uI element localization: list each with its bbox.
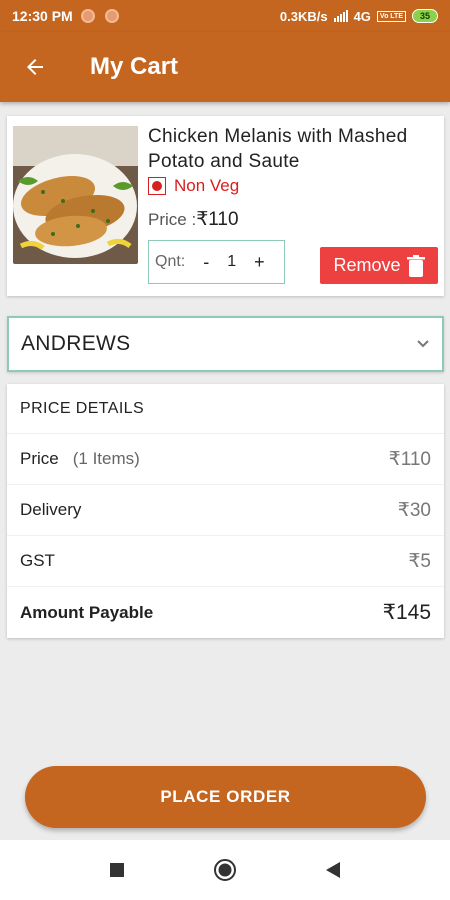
veg-type-label: Non Veg (174, 176, 240, 195)
remove-label: Remove (333, 255, 401, 275)
qty-value: 1 (227, 253, 237, 270)
page-title: My Cart (90, 53, 179, 80)
amount-payable-row: Amount Payable ₹145 (7, 587, 444, 638)
price-label: Price : (148, 210, 197, 229)
app-bar: My Cart (0, 32, 450, 102)
amount-payable-label: Amount Payable (20, 602, 154, 622)
delivery-row-value: ₹30 (397, 499, 431, 521)
price-details-card: PRICE DETAILS Price (1 Items) ₹110 Deliv… (7, 384, 444, 638)
gst-row: GST ₹5 (7, 536, 444, 587)
network-speed: 0.3KB/s (279, 8, 328, 24)
remove-button[interactable]: Remove (320, 247, 438, 284)
place-order-button[interactable]: PLACE ORDER (25, 766, 426, 828)
volte-badge: Vo LTE (376, 10, 406, 22)
price-row-label: Price (20, 449, 59, 468)
gst-row-value: ₹5 (408, 550, 431, 572)
back-button[interactable] (0, 32, 70, 102)
network-type: 4G (353, 8, 371, 24)
qty-plus-button[interactable]: + (250, 252, 269, 273)
status-bar: 12:30 PM 0.3KB/s 4G Vo LTE 35 (0, 0, 450, 32)
food-image (13, 126, 138, 264)
qty-label: Qnt: (155, 253, 186, 270)
qty-minus-button[interactable]: - (199, 252, 213, 273)
address-select[interactable]: ANDREWS (7, 316, 444, 372)
status-time: 12:30 PM (12, 8, 73, 24)
home-button[interactable] (211, 856, 239, 884)
notification-icon (80, 9, 95, 23)
price-row-value: ₹110 (388, 448, 431, 470)
delivery-row: Delivery ₹30 (7, 485, 444, 536)
recent-apps-button[interactable] (103, 856, 131, 884)
price-row: Price (1 Items) ₹110 (7, 434, 444, 485)
trash-icon (406, 254, 425, 277)
quantity-stepper: Qnt: - 1 + (148, 240, 285, 284)
square-icon (110, 863, 124, 877)
veg-type-badge: Non Veg (148, 176, 239, 196)
address-selected-value: ANDREWS (21, 332, 131, 355)
non-veg-icon (148, 177, 166, 195)
status-indicators: 0.3KB/s 4G Vo LTE 35 (280, 9, 438, 24)
notification-icon (104, 9, 119, 23)
price-row-note: (1 Items) (72, 449, 140, 468)
system-nav-bar (0, 840, 450, 900)
price-value: ₹110 (196, 209, 239, 230)
circle-icon (214, 859, 236, 881)
back-nav-button[interactable] (319, 856, 347, 884)
signal-icon (333, 10, 348, 22)
price-details-header: PRICE DETAILS (7, 384, 444, 434)
chevron-down-icon (417, 340, 429, 348)
arrow-left-icon (27, 59, 43, 75)
delivery-row-label: Delivery (20, 500, 82, 519)
gst-row-label: GST (20, 551, 55, 570)
item-price: Price :₹110 (148, 208, 239, 231)
cart-item-card: Chicken Melanis with Mashed Potato and S… (7, 116, 444, 296)
triangle-back-icon (326, 862, 340, 878)
item-name: Chicken Melanis with Mashed Potato and S… (148, 126, 408, 172)
amount-payable-value: ₹145 (382, 601, 431, 624)
battery-icon: 35 (412, 9, 438, 23)
